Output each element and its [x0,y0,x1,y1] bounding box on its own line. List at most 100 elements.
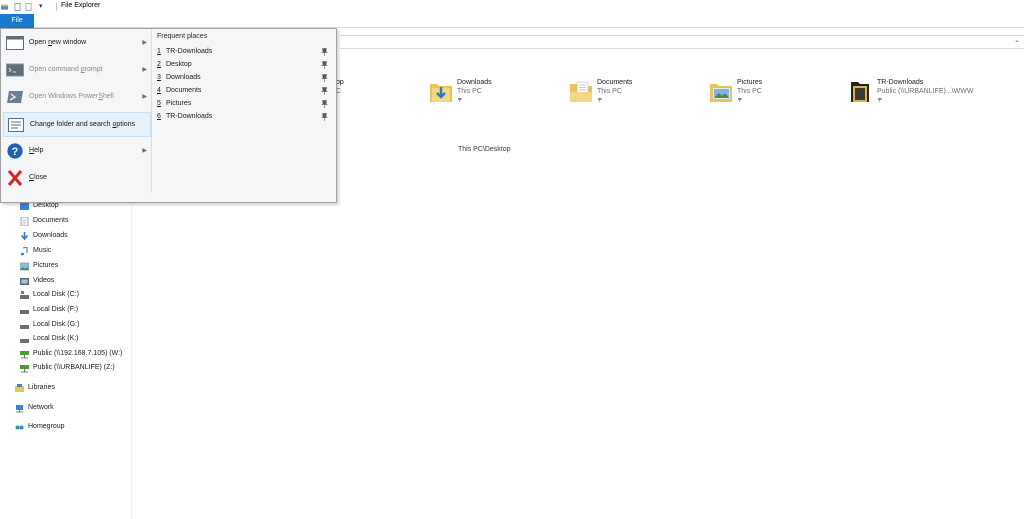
nav-item-label: Local Disk (C:) [33,291,79,298]
drive-icon [20,310,29,314]
submenu-arrow-icon: ▶ [142,40,147,46]
menu-item-label: Change folder and search options [30,121,136,128]
address-bar[interactable] [340,35,1024,49]
nav-item-label: Homegroup [28,423,65,430]
folder-options-icon [8,118,24,132]
frequent-place-item[interactable]: 2 Desktop [157,60,332,72]
frequent-place-item[interactable]: 3 Downloads [157,73,332,85]
new-window-icon [6,36,24,50]
network-drive-icon [20,365,29,373]
nav-item-label: Libraries [28,384,55,391]
pin-icon [458,98,462,103]
frequent-place-number: 2 [157,61,161,68]
pin-icon[interactable] [321,74,328,82]
properties-icon[interactable] [14,3,21,11]
nav-item-label: Pictures [33,262,59,269]
pin-icon[interactable] [321,100,328,108]
videos-icon [20,278,29,285]
tile-name: Pictures [737,79,763,86]
quick-access-tile[interactable]: Pictures This PC [709,78,849,112]
file-menu-divider [151,29,152,193]
drive-icon [20,291,29,299]
nav-item-label: Local Disk (F:) [33,306,79,313]
open-command-prompt-menu-item[interactable]: Open command prompt ▶ [3,58,151,83]
submenu-arrow-icon: ▶ [142,148,147,154]
pin-icon [598,98,602,103]
tile-name: TR-Downloads [877,79,924,86]
quick-access-tile[interactable]: TR-Downloads Public (\\URBANLIFE)...\WWW [849,78,989,112]
title-separator [56,3,57,11]
nav-item-label: Network [28,404,54,411]
customize-quick-access-icon[interactable]: ▾ [39,2,43,10]
window-title: File Explorer [61,2,101,9]
frequent-place-item[interactable]: 1 TR-Downloads [157,47,332,59]
pin-icon[interactable] [321,48,328,56]
powershell-icon [7,91,23,103]
help-icon: ? [7,143,23,159]
pictures-icon [20,262,29,271]
drive-icon [20,339,29,343]
nav-item-label: Documents [33,217,69,224]
pictures-folder-icon [710,84,732,102]
nav-item-label: Music [33,247,52,254]
tile-location: This PC [457,88,482,95]
homegroup-icon [15,425,24,430]
quick-access-tile[interactable]: Downloads This PC [429,78,569,112]
pin-icon[interactable] [321,113,328,121]
network-icon [16,405,23,413]
new-folder-icon[interactable] [25,3,32,11]
quick-access-tile[interactable]: Documents This PC [569,78,709,112]
frequent-place-item[interactable]: 4 Documents [157,86,332,98]
menu-item-label: Help [29,147,44,154]
menu-item-label: Close [29,174,47,181]
nav-pane-separator [131,201,132,519]
tile-name: Documents [597,79,633,86]
tile-location: This PC [737,88,762,95]
nav-item-label: Desktop [33,202,59,209]
title-bar: ▾ File Explorer [0,0,1024,14]
submenu-arrow-icon: ▶ [142,94,147,100]
downloads-folder-icon [430,84,452,102]
file-menu: Open new window ▶ Open command prompt ▶ … [0,28,337,203]
file-explorer-icon [1,4,8,10]
drive-icon [20,325,29,329]
frequent-place-label: Pictures [166,100,192,107]
file-tab[interactable]: File [0,14,34,28]
frequent-place-number: 3 [157,74,161,81]
recent-file-path: This PC\Desktop [458,146,511,153]
nav-item-label: Public (\\192.168.7.105) (W:) [33,350,123,357]
pin-icon[interactable] [321,87,328,95]
frequent-place-number: 6 [157,113,161,120]
submenu-arrow-icon: ▶ [142,67,147,73]
frequent-place-number: 1 [157,48,161,55]
frequent-place-number: 4 [157,87,161,94]
pin-icon[interactable] [321,61,328,69]
change-folder-options-menu-item[interactable]: Change folder and search options [3,112,151,137]
desktop-icon [20,203,29,210]
nav-item-label: Videos [33,277,55,284]
nav-item-label: Public (\\URBANLIFE) (Z:) [33,364,115,371]
music-icon [20,247,28,256]
documents-icon [20,217,29,226]
frequent-place-item[interactable]: 5 Pictures [157,99,332,111]
close-menu-item[interactable]: Close [3,166,151,191]
svg-text:?: ? [12,146,19,158]
open-windows-powershell-menu-item[interactable]: Open Windows PowerShell ▶ [3,85,151,110]
address-history-chevron-icon[interactable]: ⌄ [1014,36,1020,44]
frequent-place-item[interactable]: 6 TR-Downloads [157,112,332,124]
pin-icon [878,98,882,103]
network-folder-icon [851,82,869,102]
open-new-window-menu-item[interactable]: Open new window ▶ [3,31,151,56]
command-prompt-icon [6,63,24,77]
frequent-place-label: TR-Downloads [166,48,213,55]
nav-item-label: Local Disk (K:) [33,335,79,342]
downloads-icon [20,232,29,241]
help-menu-item[interactable]: ? Help ▶ [3,139,151,164]
frequent-place-number: 5 [157,100,161,107]
frequent-place-label: TR-Downloads [166,113,213,120]
file-menu-commands: Open new window ▶ Open command prompt ▶ … [1,29,151,202]
tile-location: Public (\\URBANLIFE)...\WWW [877,88,974,95]
menu-item-label: Open new window [29,39,87,46]
partial-tile-name: op [336,79,344,86]
nav-item-label: Local Disk (G:) [33,321,80,328]
